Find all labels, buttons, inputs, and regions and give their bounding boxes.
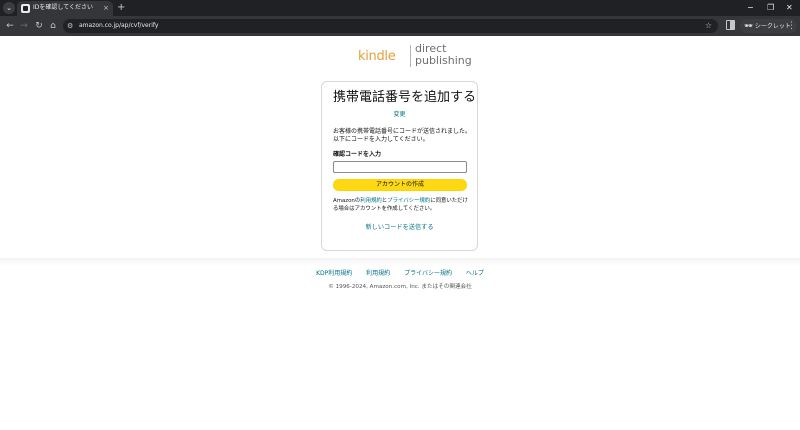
logo-publishing: publishing <box>415 54 472 67</box>
back-icon[interactable]: ← <box>4 20 16 32</box>
reload-icon[interactable]: ↻ <box>33 20 45 32</box>
resend-code-link[interactable]: 新しいコードを送信する <box>322 224 477 232</box>
page-title: 携帯電話番号を追加する <box>333 90 477 105</box>
tab-title: IDを確認してください <box>33 4 94 11</box>
browser-tab[interactable]: IDを確認してください × <box>17 1 113 16</box>
footer-link-kdp-terms[interactable]: KDP利用規約 <box>316 270 352 277</box>
menu-icon[interactable]: ⋮ <box>787 19 796 33</box>
browser-tab-bar: ⌄ IDを確認してください × + − ❐ ✕ <box>0 0 800 16</box>
url-text[interactable]: amazon.co.jp/ap/cvf/verify <box>79 20 158 32</box>
instructions-text: お客様の携帯電話番号にコードが送信されました。以下にコードを入力してください。 <box>333 128 472 143</box>
star-icon[interactable]: ☆ <box>705 20 712 32</box>
terms-prefix: Amazonの <box>333 198 361 204</box>
code-field-label: 確認コードを入力 <box>333 151 382 158</box>
footer-link-privacy[interactable]: プライバシー規約 <box>404 270 452 277</box>
conditions-of-use-link[interactable]: 利用規約 <box>360 198 382 204</box>
logo-divider <box>410 45 411 67</box>
new-tab-button[interactable]: + <box>117 1 125 15</box>
favicon-icon <box>21 4 30 13</box>
copyright-text: © 1996-2024, Amazon.com, Inc. またはその関連会社 <box>328 284 472 290</box>
privacy-notice-link[interactable]: プライバシー規約 <box>387 198 430 204</box>
footer-link-help[interactable]: ヘルプ <box>466 270 484 277</box>
verification-code-input[interactable] <box>333 161 467 173</box>
address-bar[interactable]: ⚙ amazon.co.jp/ap/cvf/verify ☆ <box>63 19 718 33</box>
footer-links: KDP利用規約 利用規約 プライバシー規約 ヘルプ <box>0 270 800 278</box>
home-icon[interactable]: ⌂ <box>47 20 59 32</box>
terms-text: Amazonの利用規約とプライバシー規約に同意いただける場合はアカウントを作成し… <box>333 197 473 213</box>
incognito-label: シークレット <box>754 23 791 30</box>
forward-icon[interactable]: → <box>18 20 30 32</box>
tab-search-icon[interactable]: ⌄ <box>3 2 15 14</box>
close-icon[interactable]: × <box>103 3 109 13</box>
side-panel-icon[interactable] <box>726 20 735 30</box>
change-link[interactable]: 変更 <box>322 111 477 119</box>
site-info-icon[interactable]: ⚙ <box>67 20 73 32</box>
logo-kindle: kindle <box>358 49 396 64</box>
minimize-icon[interactable]: − <box>747 2 754 13</box>
browser-toolbar: ← → ↻ ⌂ ⚙ amazon.co.jp/ap/cvf/verify ☆ 🕶… <box>0 16 800 36</box>
section-divider <box>0 258 800 266</box>
maximize-icon[interactable]: ❐ <box>767 2 774 13</box>
window-close-icon[interactable]: ✕ <box>786 2 793 13</box>
create-account-button[interactable]: アカウントの作成 <box>333 179 467 191</box>
verify-card: 携帯電話番号を追加する 変更 お客様の携帯電話番号にコードが送信されました。以下… <box>321 81 478 251</box>
incognito-icon: 🕶 <box>744 22 753 30</box>
footer-link-terms[interactable]: 利用規約 <box>366 270 390 277</box>
